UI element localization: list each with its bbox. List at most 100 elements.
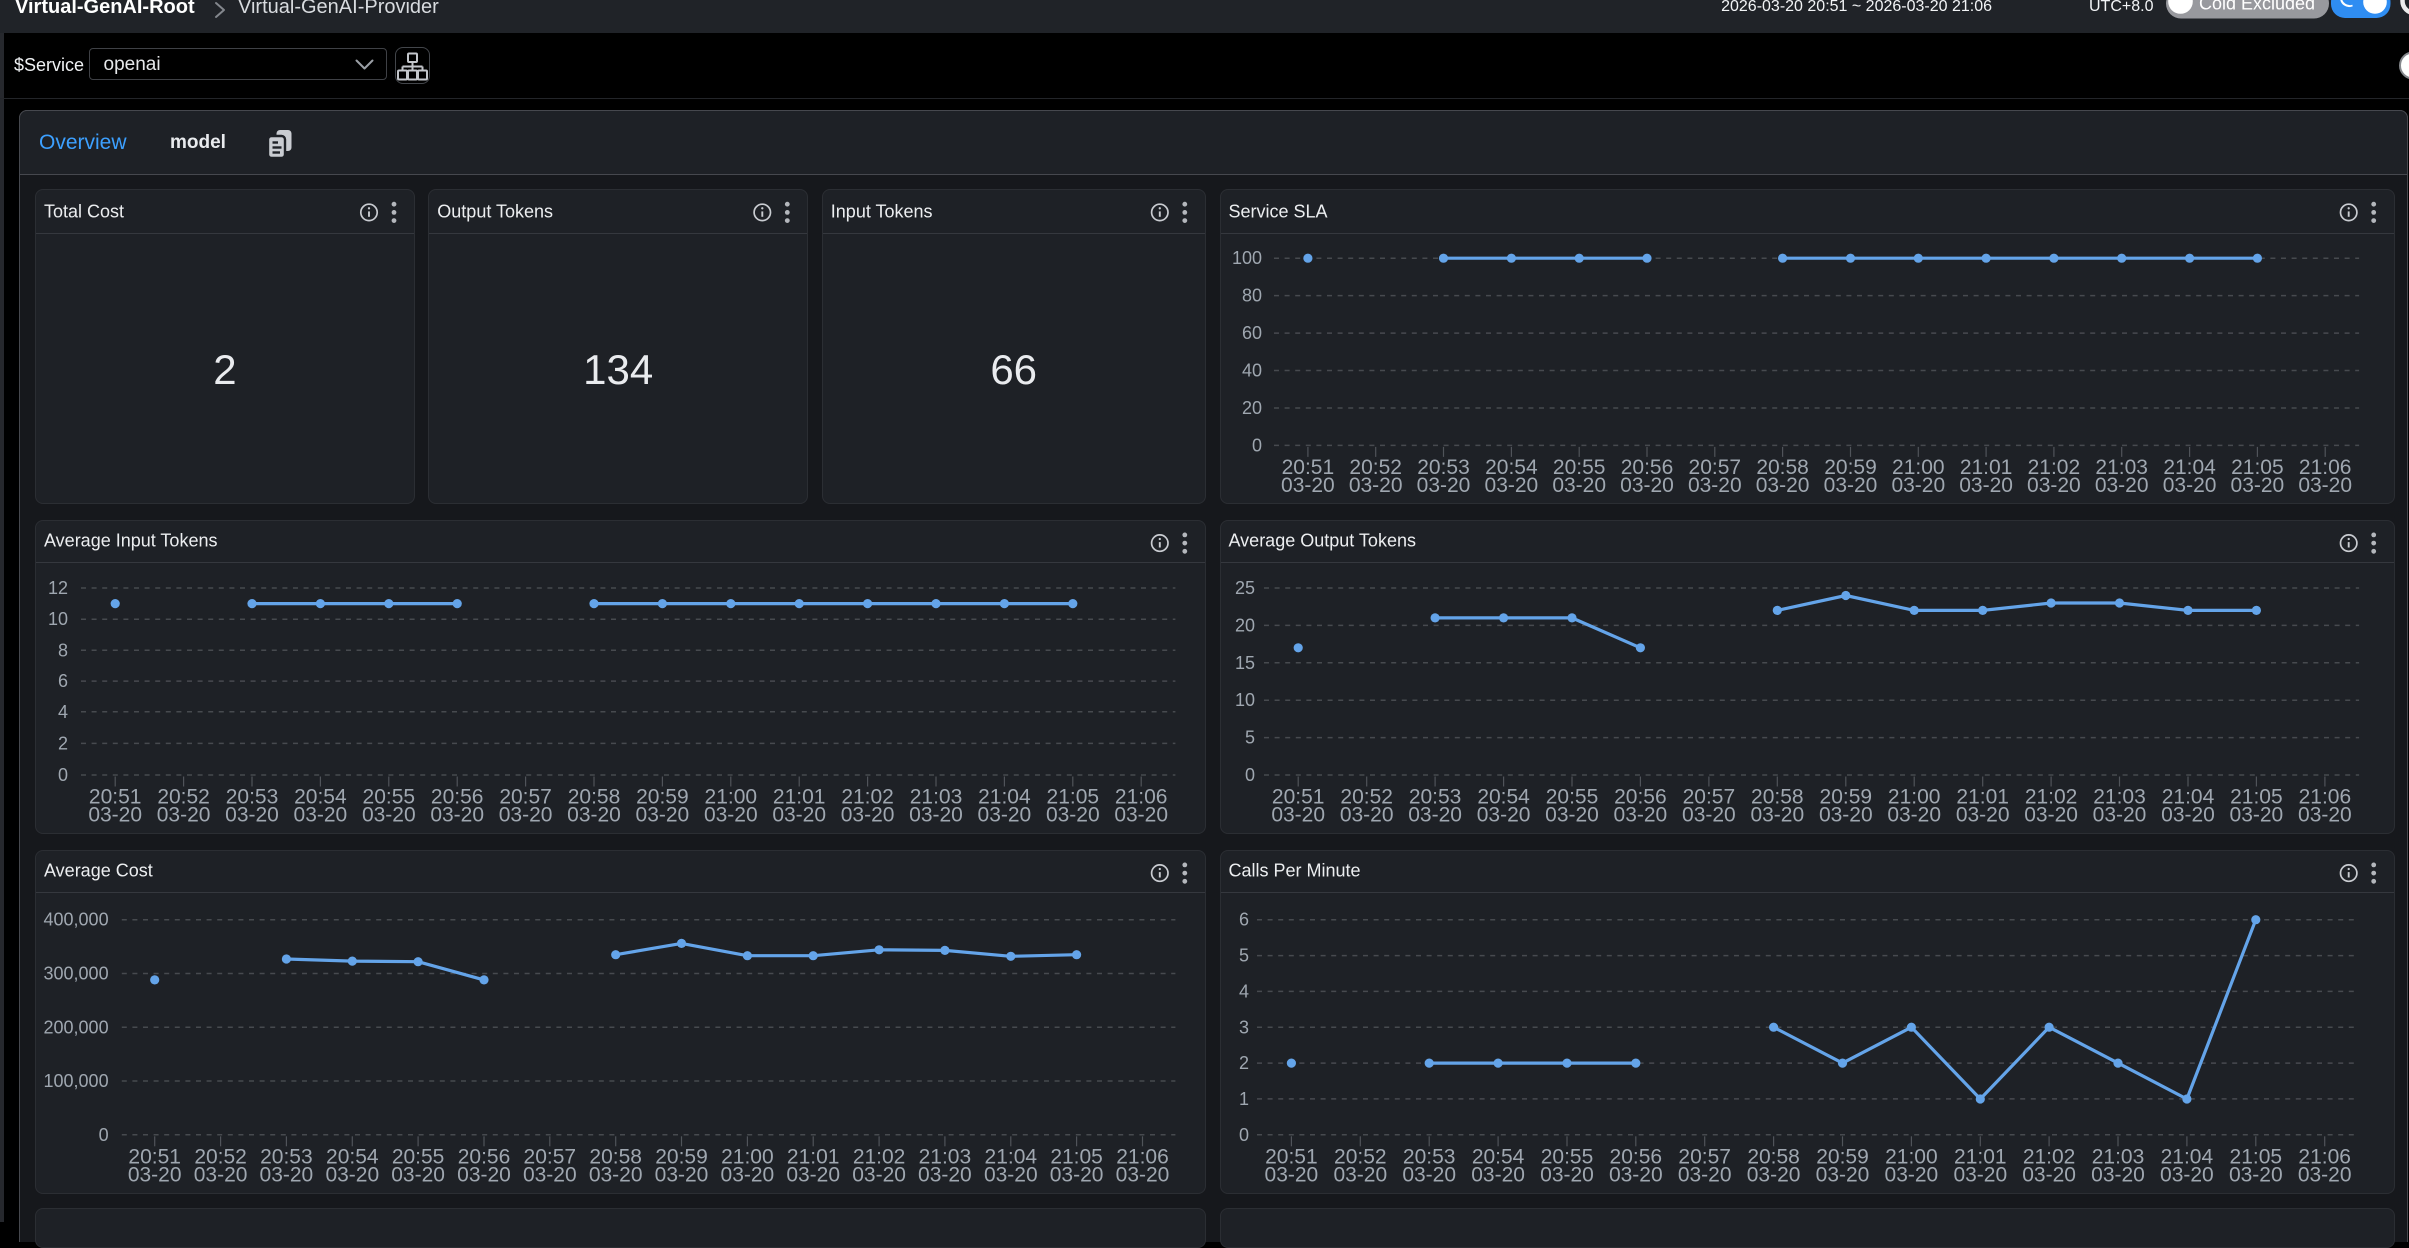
svg-text:03-20: 03-20 bbox=[1281, 474, 1335, 497]
svg-text:03-20: 03-20 bbox=[1891, 474, 1945, 497]
svg-text:03-20: 03-20 bbox=[1114, 804, 1168, 827]
svg-text:03-20: 03-20 bbox=[984, 1164, 1038, 1187]
svg-text:03-20: 03-20 bbox=[2027, 474, 2081, 497]
svg-text:03-20: 03-20 bbox=[457, 1164, 511, 1187]
svg-text:03-20: 03-20 bbox=[523, 1164, 577, 1187]
svg-text:03-20: 03-20 bbox=[1819, 804, 1873, 827]
svg-text:03-20: 03-20 bbox=[294, 804, 348, 827]
svg-text:03-20: 03-20 bbox=[1816, 1164, 1870, 1187]
svg-text:03-20: 03-20 bbox=[1417, 474, 1471, 497]
svg-text:03-20: 03-20 bbox=[1688, 474, 1742, 497]
svg-text:Cold Excluded: Cold Excluded bbox=[2199, 0, 2315, 14]
svg-text:03-20: 03-20 bbox=[1750, 804, 1804, 827]
svg-text:03-20: 03-20 bbox=[194, 1164, 248, 1187]
svg-text:2: 2 bbox=[1239, 1053, 1249, 1073]
svg-text:4: 4 bbox=[58, 702, 68, 722]
svg-text:03-20: 03-20 bbox=[1477, 804, 1531, 827]
svg-text:03-20: 03-20 bbox=[721, 1164, 775, 1187]
svg-text:03-20: 03-20 bbox=[852, 1164, 906, 1187]
svg-text:03-20: 03-20 bbox=[2298, 474, 2352, 497]
svg-text:6: 6 bbox=[58, 671, 68, 691]
svg-text:03-20: 03-20 bbox=[1620, 474, 1674, 497]
svg-text:20: 20 bbox=[1242, 398, 1262, 418]
svg-text:15: 15 bbox=[1235, 653, 1255, 673]
svg-text:03-20: 03-20 bbox=[918, 1164, 972, 1187]
svg-text:03-20: 03-20 bbox=[260, 1164, 314, 1187]
svg-text:03-20: 03-20 bbox=[2091, 1164, 2145, 1187]
svg-text:03-20: 03-20 bbox=[1552, 474, 1606, 497]
svg-text:03-20: 03-20 bbox=[1885, 1164, 1939, 1187]
svg-text:03-20: 03-20 bbox=[567, 804, 621, 827]
svg-text:03-20: 03-20 bbox=[589, 1164, 643, 1187]
svg-text:03-20: 03-20 bbox=[1756, 474, 1810, 497]
svg-text:03-20: 03-20 bbox=[1116, 1164, 1170, 1187]
svg-text:6: 6 bbox=[1239, 910, 1249, 930]
svg-text:03-20: 03-20 bbox=[1824, 474, 1878, 497]
svg-text:03-20: 03-20 bbox=[841, 804, 895, 827]
svg-text:03-20: 03-20 bbox=[1959, 474, 2013, 497]
svg-text:03-20: 03-20 bbox=[1485, 474, 1539, 497]
svg-text:0: 0 bbox=[99, 1125, 109, 1145]
svg-text:03-20: 03-20 bbox=[1545, 804, 1599, 827]
svg-text:03-20: 03-20 bbox=[772, 804, 826, 827]
svg-text:03-20: 03-20 bbox=[1609, 1164, 1663, 1187]
svg-text:03-20: 03-20 bbox=[1887, 804, 1941, 827]
svg-text:03-20: 03-20 bbox=[1265, 1164, 1319, 1187]
svg-text:25: 25 bbox=[1235, 578, 1255, 598]
svg-text:03-20: 03-20 bbox=[1333, 1164, 1387, 1187]
svg-text:03-20: 03-20 bbox=[655, 1164, 709, 1187]
svg-text:10: 10 bbox=[1235, 690, 1255, 710]
svg-text:03-20: 03-20 bbox=[2095, 474, 2149, 497]
svg-text:03-20: 03-20 bbox=[1408, 804, 1462, 827]
svg-text:0: 0 bbox=[1252, 435, 1262, 455]
svg-text:03-20: 03-20 bbox=[128, 1164, 182, 1187]
svg-text:03-20: 03-20 bbox=[1046, 804, 1100, 827]
svg-text:2: 2 bbox=[58, 733, 68, 753]
svg-text:1: 1 bbox=[1239, 1089, 1249, 1109]
svg-text:03-20: 03-20 bbox=[2298, 804, 2352, 827]
svg-text:03-20: 03-20 bbox=[88, 804, 142, 827]
svg-text:03-20: 03-20 bbox=[1471, 1164, 1525, 1187]
svg-text:03-20: 03-20 bbox=[430, 804, 484, 827]
svg-text:03-20: 03-20 bbox=[786, 1164, 840, 1187]
svg-text:03-20: 03-20 bbox=[2093, 804, 2147, 827]
svg-text:12: 12 bbox=[48, 578, 68, 598]
svg-text:03-20: 03-20 bbox=[2163, 474, 2217, 497]
svg-text:200,000: 200,000 bbox=[44, 1017, 109, 1037]
svg-text:03-20: 03-20 bbox=[2230, 804, 2284, 827]
svg-text:03-20: 03-20 bbox=[978, 804, 1032, 827]
svg-text:03-20: 03-20 bbox=[909, 804, 963, 827]
svg-text:5: 5 bbox=[1245, 728, 1255, 748]
svg-text:03-20: 03-20 bbox=[2024, 804, 2078, 827]
svg-text:03-20: 03-20 bbox=[1050, 1164, 1104, 1187]
svg-text:0: 0 bbox=[1239, 1125, 1249, 1145]
svg-text:3: 3 bbox=[1239, 1017, 1249, 1037]
svg-text:03-20: 03-20 bbox=[636, 804, 690, 827]
svg-text:4: 4 bbox=[1239, 981, 1249, 1001]
svg-text:8: 8 bbox=[58, 640, 68, 660]
svg-text:03-20: 03-20 bbox=[391, 1164, 445, 1187]
svg-text:100,000: 100,000 bbox=[44, 1071, 109, 1091]
svg-text:03-20: 03-20 bbox=[499, 804, 553, 827]
svg-text:03-20: 03-20 bbox=[1271, 804, 1325, 827]
svg-text:40: 40 bbox=[1242, 361, 1262, 381]
svg-text:80: 80 bbox=[1242, 286, 1262, 306]
svg-text:03-20: 03-20 bbox=[1349, 474, 1403, 497]
svg-text:03-20: 03-20 bbox=[362, 804, 416, 827]
svg-text:03-20: 03-20 bbox=[1956, 804, 2010, 827]
svg-text:03-20: 03-20 bbox=[1614, 804, 1668, 827]
svg-text:03-20: 03-20 bbox=[1747, 1164, 1801, 1187]
svg-text:03-20: 03-20 bbox=[2231, 474, 2285, 497]
svg-text:03-20: 03-20 bbox=[1402, 1164, 1456, 1187]
svg-text:03-20: 03-20 bbox=[1953, 1164, 2007, 1187]
svg-text:10: 10 bbox=[48, 609, 68, 629]
svg-text:03-20: 03-20 bbox=[2022, 1164, 2076, 1187]
svg-text:03-20: 03-20 bbox=[1340, 804, 1394, 827]
svg-text:300,000: 300,000 bbox=[44, 964, 109, 984]
svg-text:400,000: 400,000 bbox=[44, 910, 109, 930]
svg-text:03-20: 03-20 bbox=[2161, 804, 2215, 827]
svg-text:0: 0 bbox=[1245, 765, 1255, 785]
svg-text:60: 60 bbox=[1242, 323, 1262, 343]
svg-text:03-20: 03-20 bbox=[325, 1164, 379, 1187]
svg-text:0: 0 bbox=[58, 765, 68, 785]
